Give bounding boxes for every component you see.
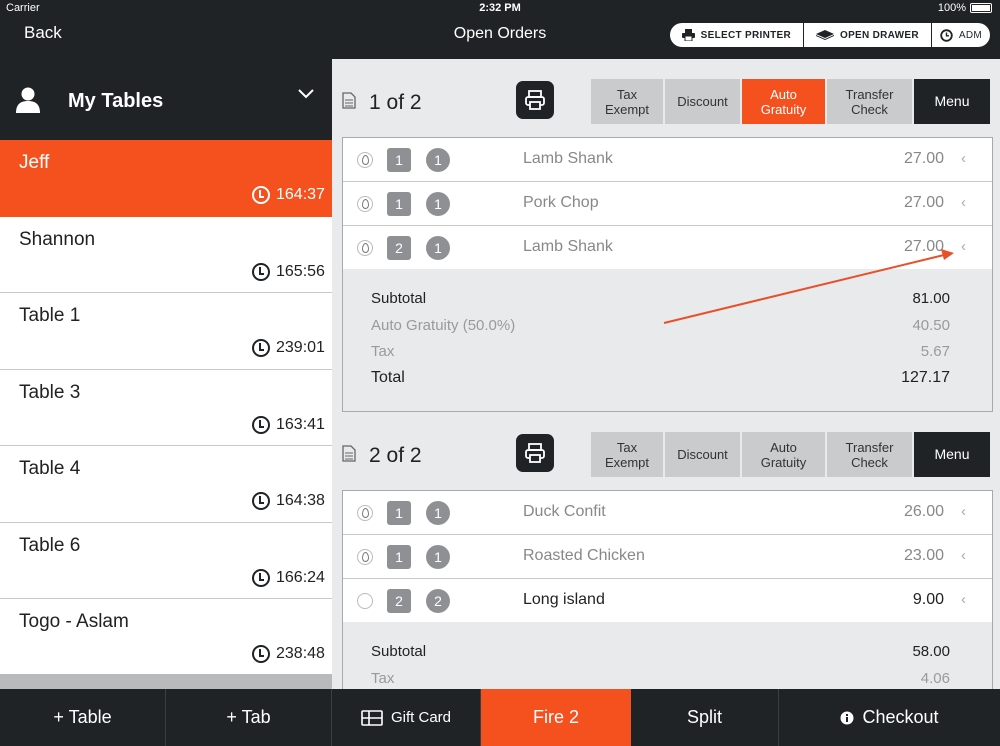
timer-value: 164:38 bbox=[276, 492, 325, 509]
add-table-label: + Table bbox=[53, 707, 112, 727]
table-timer: 163:41 bbox=[252, 415, 325, 434]
table-timer: 239:01 bbox=[252, 339, 325, 357]
clock-icon bbox=[252, 645, 270, 663]
select-printer-button[interactable]: SELECT PRINTER bbox=[670, 23, 804, 47]
fire-label: Fire 2 bbox=[532, 707, 579, 727]
table-name: Shannon bbox=[19, 228, 96, 250]
table-name: Table 1 bbox=[19, 305, 81, 326]
table-name: Table 6 bbox=[19, 534, 81, 556]
open-drawer-button[interactable]: OPEN DRAWER bbox=[804, 23, 932, 47]
add-tab-button[interactable]: + Tab bbox=[166, 689, 332, 746]
timer-value: 164:37 bbox=[276, 186, 325, 203]
table-name: Jeff bbox=[19, 152, 50, 173]
table-name: Table 3 bbox=[19, 381, 81, 403]
checkout-label: Checkout bbox=[862, 707, 939, 727]
orders-panel: 1 of 2 Tax Exempt Discount Auto Gratuity T… bbox=[332, 59, 1000, 689]
user-icon bbox=[16, 87, 40, 113]
add-tab-label: + Tab bbox=[226, 707, 271, 727]
table-row-table-6[interactable]: Table 6 166:24 bbox=[0, 522, 332, 599]
table-row-jeff[interactable]: Jeff 164:37 bbox=[0, 140, 332, 217]
clock-icon bbox=[940, 28, 953, 42]
timer-value: 163:41 bbox=[276, 415, 325, 433]
table-row-table-4[interactable]: Table 4 164:38 bbox=[0, 446, 332, 523]
chevron-down-icon bbox=[298, 89, 314, 99]
split-label: Split bbox=[686, 707, 722, 727]
split-button[interactable]: Split bbox=[631, 689, 779, 746]
table-timer: 165:56 bbox=[252, 262, 325, 281]
clock-icon bbox=[252, 186, 270, 204]
select-printer-label: SELECT PRINTER bbox=[700, 29, 791, 41]
nav-button-group: SELECT PRINTER OPEN DRAWER ADM bbox=[669, 23, 990, 47]
clock-icon bbox=[252, 568, 270, 587]
drawer-icon bbox=[816, 30, 834, 40]
battery-indicator: 100% bbox=[938, 2, 992, 14]
gift-card-icon bbox=[361, 709, 383, 726]
clock-icon bbox=[252, 339, 270, 357]
clock-icon bbox=[252, 415, 270, 434]
clock-icon bbox=[252, 262, 270, 281]
table-timer: 164:37 bbox=[252, 186, 325, 204]
tables-panel: My Tables Jeff 164:37 Shannon 165:56 Tab… bbox=[0, 59, 332, 689]
table-row-shannon[interactable]: Shannon 165:56 bbox=[0, 216, 332, 293]
add-table-button[interactable]: + Table bbox=[0, 689, 166, 746]
table-row-togo-aslam[interactable]: Togo - Aslam 238:48 bbox=[0, 599, 332, 676]
battery-percent: 100% bbox=[937, 2, 966, 14]
clock-label: 2:32 PM bbox=[479, 2, 521, 14]
timer-value: 238:48 bbox=[276, 645, 325, 662]
status-bar: Carrier 2:32 PM 100% bbox=[0, 2, 1000, 16]
gift-card-label: Gift Card bbox=[390, 709, 451, 726]
table-timer: 238:48 bbox=[252, 645, 325, 663]
clock-icon bbox=[252, 492, 270, 510]
table-row-table-1[interactable]: Table 1 239:01 bbox=[0, 293, 332, 370]
bottom-toolbar: + Table + Tab Gift Card Fire 2 Split Che… bbox=[0, 689, 1000, 746]
timer-value: 166:24 bbox=[276, 568, 325, 586]
printer-icon bbox=[681, 29, 695, 41]
my-tables-title: My Tables bbox=[68, 90, 164, 112]
table-timer: 164:38 bbox=[252, 492, 325, 510]
table-name: Table 4 bbox=[19, 458, 81, 479]
table-row-table-3[interactable]: Table 3 163:41 bbox=[0, 369, 332, 446]
table-timer: 166:24 bbox=[252, 568, 325, 587]
user-button[interactable]: ADM bbox=[932, 23, 990, 47]
battery-icon bbox=[970, 3, 992, 13]
gift-card-button[interactable]: Gift Card bbox=[332, 689, 481, 746]
tables-panel-header[interactable]: My Tables bbox=[0, 59, 332, 140]
tables-list-footer bbox=[0, 674, 332, 689]
annotation-arrow bbox=[663, 249, 954, 324]
fire-button[interactable]: Fire 2 bbox=[481, 689, 631, 746]
user-label: ADM bbox=[958, 29, 982, 41]
timer-value: 239:01 bbox=[276, 339, 325, 356]
table-name: Togo - Aslam bbox=[19, 611, 129, 632]
open-drawer-label: OPEN DRAWER bbox=[840, 29, 919, 41]
top-bar: Carrier 2:32 PM 100% Back Open Orders SE… bbox=[0, 0, 1000, 59]
checkout-button[interactable]: Checkout bbox=[779, 689, 1000, 746]
info-icon bbox=[840, 711, 854, 724]
timer-value: 165:56 bbox=[276, 262, 325, 280]
